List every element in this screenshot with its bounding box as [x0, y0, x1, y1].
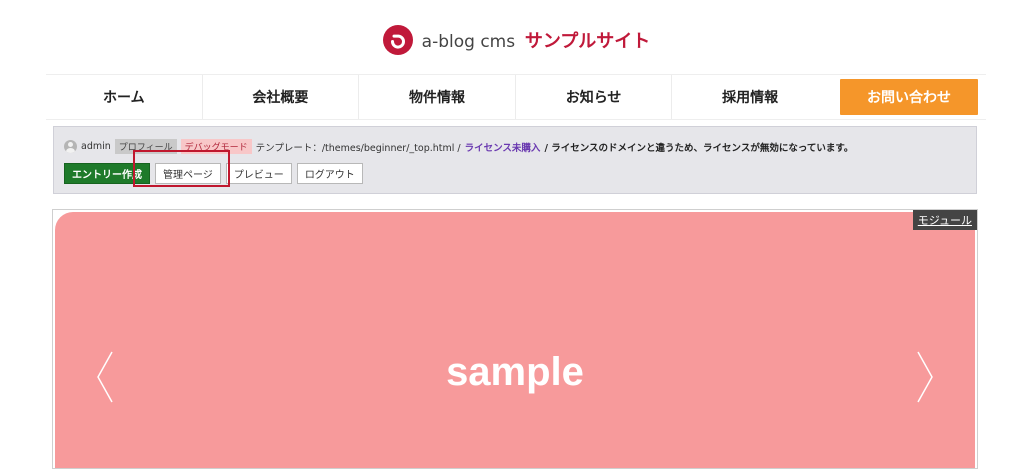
license-link[interactable]: ライセンス未購入: [465, 140, 541, 154]
admin-username: admin: [81, 141, 111, 152]
slide: sample: [55, 212, 975, 468]
site-name: サンプルサイト: [524, 31, 651, 52]
slide-text: sample: [446, 350, 584, 394]
brand-name: a-blog cms: [421, 32, 516, 52]
avatar-icon: [64, 140, 77, 153]
nav-item-home[interactable]: ホーム: [46, 75, 202, 119]
logo-text: a-blog cms サンプルサイト: [422, 27, 651, 53]
chevron-right-icon[interactable]: [915, 350, 935, 404]
highlight-annotation: [133, 150, 230, 187]
preview-button[interactable]: プレビュー: [225, 163, 292, 184]
nav-item-company[interactable]: 会社概要: [201, 75, 359, 119]
site-header: a-blog cms サンプルサイト: [0, 24, 1032, 60]
logo-icon: [382, 25, 413, 55]
nav-item-properties[interactable]: 物件情報: [358, 75, 515, 119]
global-nav: ホーム 会社概要 物件情報 お知らせ 採用情報 お問い合わせ: [46, 74, 986, 120]
template-path: テンプレート：/themes/beginner/_top.html /: [255, 142, 461, 154]
nav-item-recruit[interactable]: 採用情報: [671, 75, 828, 119]
chevron-left-icon[interactable]: [95, 350, 115, 404]
logout-button[interactable]: ログアウト: [296, 163, 363, 184]
module-label[interactable]: モジュール: [912, 210, 977, 230]
hero-slider: sample モジュール: [52, 209, 978, 469]
license-warning: / ライセンスのドメインと違うため、ライセンスが無効になっています。: [544, 142, 854, 154]
contact-button[interactable]: お問い合わせ: [839, 79, 978, 115]
nav-item-news[interactable]: お知らせ: [514, 75, 672, 119]
site-logo[interactable]: a-blog cms サンプルサイト: [382, 24, 651, 56]
